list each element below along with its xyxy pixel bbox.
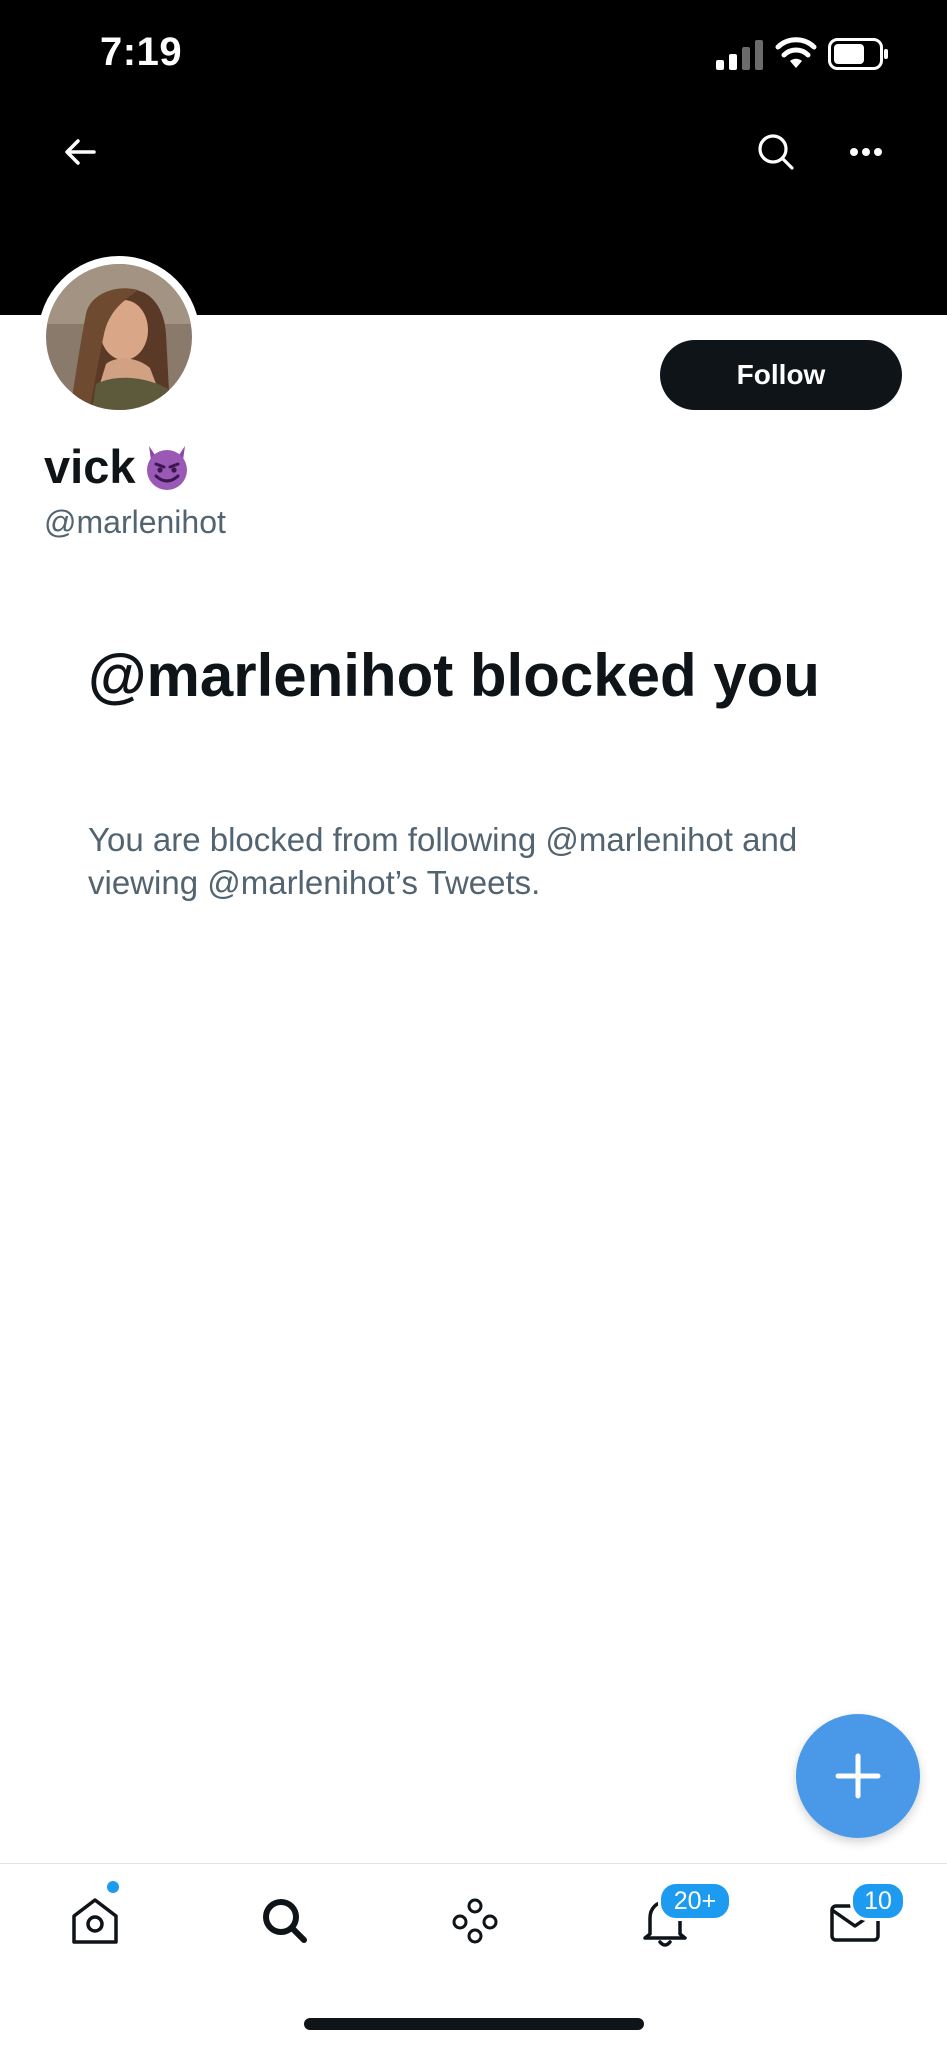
compose-tweet-button[interactable] <box>796 1714 920 1838</box>
home-unread-dot <box>107 1881 119 1893</box>
tab-home-icon[interactable] <box>60 1886 130 1956</box>
wifi-icon <box>775 37 817 68</box>
blocked-title: @marlenihot blocked you <box>88 642 820 709</box>
tab-search-icon[interactable] <box>250 1886 320 1956</box>
search-icon[interactable] <box>756 132 796 172</box>
profile-handle: @marlenihot <box>44 504 226 540</box>
battery-icon <box>828 38 888 70</box>
avatar[interactable] <box>46 264 192 410</box>
more-options-icon[interactable] <box>846 132 886 172</box>
notifications-badge: 20+ <box>658 1881 732 1921</box>
blocked-description: You are blocked from following @marlenih… <box>88 821 798 901</box>
home-indicator <box>304 2018 644 2030</box>
messages-badge: 10 <box>850 1881 906 1921</box>
plus-icon <box>835 1753 881 1799</box>
tabbar-divider <box>0 1863 947 1864</box>
display-name: vick <box>44 439 136 493</box>
back-arrow-icon[interactable] <box>58 130 102 174</box>
status-time: 7:19 <box>100 30 183 74</box>
cellular-signal-icon <box>716 40 763 70</box>
follow-button[interactable]: Follow <box>660 340 902 410</box>
display-name-row: vick <box>44 436 193 496</box>
tab-spaces-icon[interactable] <box>440 1886 510 1956</box>
smiling-devil-emoji-icon <box>147 446 188 490</box>
